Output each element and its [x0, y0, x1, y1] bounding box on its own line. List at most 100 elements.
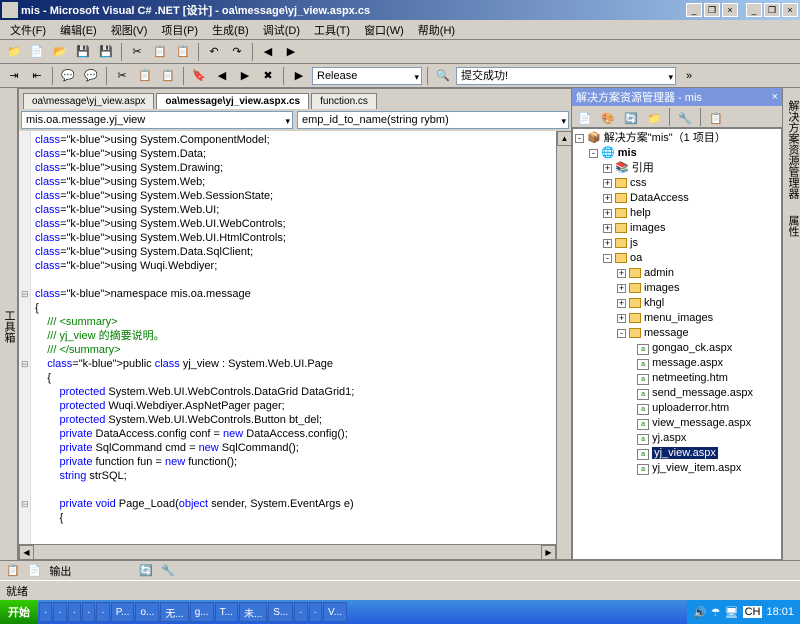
indent-button[interactable]: ⇥ [4, 66, 24, 86]
tray-icon[interactable]: 🔊 [693, 606, 707, 619]
outdent-button[interactable]: ⇤ [27, 66, 47, 86]
minimize-button-2[interactable]: _ [746, 3, 762, 17]
nav-back-button[interactable]: ◀ [258, 42, 278, 62]
copy-button[interactable]: 📋 [150, 42, 170, 62]
menu-build[interactable]: 生成(B) [206, 20, 255, 40]
undo-button[interactable]: ↶ [204, 42, 224, 62]
paste-button-2[interactable]: 📋 [158, 66, 178, 86]
add-item-button[interactable]: 📄 [27, 42, 47, 62]
taskbar-item[interactable]: g... [190, 602, 214, 622]
taskbar-item[interactable]: 未... [239, 602, 267, 622]
output-label[interactable]: 输出 [49, 563, 71, 579]
main-area: 工具箱 oa\message\yj_view.aspxoa\message\yj… [0, 88, 800, 560]
document-tab[interactable]: oa\message\yj_view.aspx [23, 93, 154, 109]
taskbar-item[interactable]: · [309, 602, 322, 622]
taskbar-item[interactable]: · [96, 602, 109, 622]
statusbar: 就绪 [0, 580, 800, 600]
start-label: 开始 [8, 604, 30, 620]
prev-bookmark-button[interactable]: ◀ [212, 66, 232, 86]
taskbar-item[interactable]: · [39, 602, 52, 622]
taskbar-item[interactable]: o... [135, 602, 159, 622]
document-tab[interactable]: function.cs [311, 93, 377, 109]
properties-button[interactable]: 🔧 [675, 108, 695, 128]
open-button[interactable]: 📂 [50, 42, 70, 62]
toolbox-tab[interactable]: 工具箱 [1, 92, 17, 560]
start-debug-button[interactable]: ▶ [289, 66, 309, 86]
system-tray[interactable]: 🔊 ☂ 🖥 CH 18:01 [687, 600, 800, 624]
bookmark-button[interactable]: 🔖 [189, 66, 209, 86]
app-icon [2, 2, 18, 18]
minimize-button[interactable]: _ [686, 3, 702, 17]
taskbar-item[interactable]: S... [268, 602, 293, 622]
solution-explorer-title: 解决方案资源管理器 - mis × [572, 88, 782, 106]
restore-button[interactable]: ❐ [704, 3, 720, 17]
solution-close-button[interactable]: × [772, 91, 778, 103]
tray-icon[interactable]: 🖥 [725, 606, 739, 619]
save-all-button[interactable]: 💾 [96, 42, 116, 62]
redo-button[interactable]: ↷ [227, 42, 247, 62]
tray-lang[interactable]: CH [743, 606, 763, 618]
output-icon2[interactable]: 📄 [28, 564, 42, 577]
close-button[interactable]: × [722, 3, 738, 17]
find-button[interactable]: 🔍 [433, 66, 453, 86]
class-combo[interactable]: mis.oa.message.yj_view [21, 111, 293, 129]
view-code-button[interactable]: 📄 [575, 108, 595, 128]
comment-button[interactable]: 💬 [58, 66, 78, 86]
taskbar-item[interactable]: · [294, 602, 307, 622]
menu-view[interactable]: 视图(V) [105, 20, 154, 40]
tray-icon[interactable]: ☂ [711, 606, 721, 619]
code-editor[interactable]: ▲ ◀▶ class="k-blue">using System.Compone… [19, 131, 571, 559]
taskbar-item[interactable]: · [82, 602, 95, 622]
copy-path-button[interactable]: 📋 [706, 108, 726, 128]
taskbar-item[interactable]: V... [323, 602, 347, 622]
scrollbar-vertical[interactable]: ▲ [556, 131, 571, 559]
refresh-button[interactable]: 🔄 [621, 108, 641, 128]
taskbar-item[interactable]: · [68, 602, 81, 622]
windows-taskbar: 开始 ·····P...o...无...g...T...未...S...··V.… [0, 600, 800, 624]
cut-button[interactable]: ✂ [127, 42, 147, 62]
class-member-combos: mis.oa.message.yj_view emp_id_to_name(st… [19, 109, 571, 131]
config-combo[interactable]: Release [312, 67, 422, 85]
restore-button-2[interactable]: ❐ [764, 3, 780, 17]
taskbar-item[interactable]: 无... [160, 602, 188, 622]
taskbar-item[interactable]: T... [215, 602, 238, 622]
nav-fwd-button[interactable]: ▶ [281, 42, 301, 62]
output-icon[interactable]: 📋 [6, 564, 20, 577]
solution-tree[interactable]: -📦 解决方案"mis"（1 项目）-🌐 mis+📚 引用+css+DataAc… [572, 128, 782, 560]
menu-debug[interactable]: 调试(D) [257, 20, 306, 40]
next-bookmark-button[interactable]: ▶ [235, 66, 255, 86]
tray-clock[interactable]: 18:01 [766, 606, 794, 618]
menu-window[interactable]: 窗口(W) [358, 20, 410, 40]
save-button[interactable]: 💾 [73, 42, 93, 62]
clear-bookmark-button[interactable]: ✖ [258, 66, 278, 86]
uncomment-button[interactable]: 💬 [81, 66, 101, 86]
window-titlebar: mis - Microsoft Visual C# .NET [设计] - oa… [0, 0, 800, 20]
cut-button-2[interactable]: ✂ [112, 66, 132, 86]
menu-file[interactable]: 文件(F) [4, 20, 52, 40]
solution-explorer-tab[interactable]: 解决方案资源管理器 [783, 88, 800, 203]
start-button[interactable]: 开始 [0, 600, 38, 624]
menu-help[interactable]: 帮助(H) [412, 20, 461, 40]
member-combo[interactable]: emp_id_to_name(string rybm) [297, 111, 569, 129]
scrollbar-horizontal[interactable]: ◀▶ [19, 544, 556, 559]
copy-button-2[interactable]: 📋 [135, 66, 155, 86]
menubar: 文件(F) 编辑(E) 视图(V) 项目(P) 生成(B) 调试(D) 工具(T… [0, 20, 800, 40]
paste-button[interactable]: 📋 [173, 42, 193, 62]
document-tabs: oa\message\yj_view.aspxoa\message\yj_vie… [19, 89, 571, 109]
menu-project[interactable]: 项目(P) [155, 20, 204, 40]
properties-tab[interactable]: 属性 [783, 203, 800, 241]
solution-toolbar: 📄 🎨 🔄 📁 🔧 📋 [572, 106, 782, 128]
taskbar-item[interactable]: P... [111, 602, 135, 622]
show-all-button[interactable]: 📁 [644, 108, 664, 128]
outline-margin[interactable] [19, 131, 31, 559]
taskbar-item[interactable]: · [53, 602, 66, 622]
close-button-2[interactable]: × [782, 3, 798, 17]
more-button[interactable]: » [679, 66, 699, 86]
menu-tools[interactable]: 工具(T) [308, 20, 356, 40]
find-combo[interactable]: 提交成功! [456, 67, 676, 85]
document-tab[interactable]: oa\message\yj_view.aspx.cs [156, 93, 309, 109]
toolbar-1: 📁 📄 📂 💾 💾 ✂ 📋 📋 ↶ ↷ ◀ ▶ [0, 40, 800, 64]
new-project-button[interactable]: 📁 [4, 42, 24, 62]
menu-edit[interactable]: 编辑(E) [54, 20, 103, 40]
view-designer-button[interactable]: 🎨 [598, 108, 618, 128]
